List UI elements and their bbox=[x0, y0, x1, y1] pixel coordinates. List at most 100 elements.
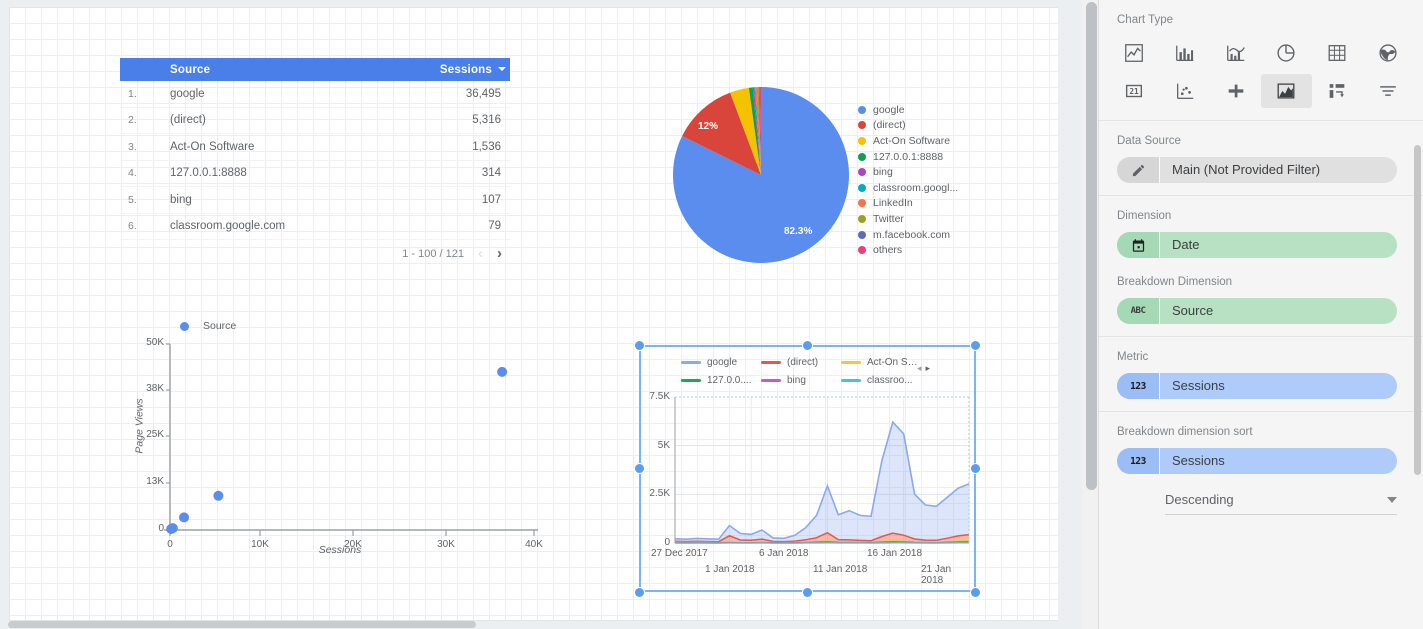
pie-legend-item[interactable]: LinkedIn bbox=[858, 196, 958, 212]
pageviews-sessions-scatter-chart[interactable]: Source Page Views Sessions 50K 38K 25K 1… bbox=[120, 308, 560, 570]
table-icon bbox=[1328, 45, 1346, 61]
chart-type-label: Chart Type bbox=[1117, 14, 1174, 26]
row-rank: 4. bbox=[128, 167, 137, 180]
chart-type-pivot-table-icon[interactable] bbox=[1312, 74, 1363, 108]
scatter-x-tick: 20K bbox=[344, 539, 362, 550]
chart-type-time-series-icon[interactable] bbox=[1109, 36, 1160, 70]
chart-type-scorecard-icon[interactable]: 21 bbox=[1109, 74, 1160, 108]
chart-type-area-chart-icon[interactable] bbox=[1261, 74, 1312, 108]
pie-legend-item[interactable]: (direct) bbox=[858, 118, 958, 134]
resize-handle-middle-right[interactable] bbox=[970, 463, 981, 474]
table-header-sessions-label: Sessions bbox=[439, 63, 492, 76]
row-source: classroom.google.com bbox=[170, 220, 286, 233]
chart-type-filter-control-icon[interactable] bbox=[1362, 74, 1413, 108]
breakdown-dimension-chip[interactable]: ABC Source bbox=[1117, 298, 1397, 324]
sort-order-select[interactable]: Descending bbox=[1165, 492, 1397, 515]
pie-label-second: 12% bbox=[698, 121, 719, 132]
scatter-y-tick: 25K bbox=[146, 429, 164, 440]
metric-value: Sessions bbox=[1159, 373, 1397, 399]
scatter-graphic bbox=[164, 343, 538, 536]
chart-type-table-icon[interactable] bbox=[1312, 36, 1363, 70]
row-rank: 6. bbox=[128, 220, 137, 233]
bar-chart-icon bbox=[1176, 45, 1194, 61]
resize-handle-bottom-center[interactable] bbox=[802, 587, 813, 598]
table-header-source[interactable]: Source bbox=[168, 64, 396, 76]
pie-legend-item[interactable]: m.facebook.com bbox=[858, 227, 958, 243]
pie-legend-item[interactable]: Twitter bbox=[858, 211, 958, 227]
breakdown-dimension-label: Breakdown Dimension bbox=[1117, 276, 1233, 288]
pie-legend-item[interactable]: classroom.googl... bbox=[858, 180, 958, 196]
123-icon: 123 bbox=[1117, 448, 1159, 474]
legend-color-dot-icon bbox=[858, 183, 866, 192]
resize-handle-top-left[interactable] bbox=[634, 340, 645, 351]
chart-type-scatter-chart-icon[interactable] bbox=[1160, 74, 1211, 108]
time-series-icon bbox=[1125, 44, 1144, 62]
legend-color-dot-icon bbox=[858, 230, 866, 239]
row-sessions: 107 bbox=[481, 193, 501, 206]
calendar-icon bbox=[1117, 232, 1159, 258]
legend-color-dot-icon bbox=[858, 136, 866, 145]
chart-type-geo-map-icon[interactable] bbox=[1362, 36, 1413, 70]
scatter-x-tick: 40K bbox=[525, 539, 543, 550]
resize-handle-top-right[interactable] bbox=[970, 340, 981, 351]
legend-label: others bbox=[873, 244, 903, 257]
table-row[interactable]: 5. bing 107 bbox=[120, 187, 510, 214]
sessions-pie-chart[interactable]: 82.3% 12% google (direct) Act-On Software 1… bbox=[640, 68, 970, 278]
scatter-x-tick: 0 bbox=[167, 539, 173, 550]
table-row[interactable]: 4. 127.0.0.1:8888 314 bbox=[120, 161, 510, 187]
pie-legend-item[interactable]: 127.0.0.1:8888 bbox=[858, 149, 958, 165]
dimension-chip[interactable]: Date bbox=[1117, 232, 1397, 258]
scorecard-icon: 21 bbox=[1126, 84, 1143, 98]
pagination-prev-icon[interactable]: ‹ bbox=[478, 246, 483, 261]
legend-label: classroom.googl... bbox=[873, 181, 959, 194]
resize-handle-bottom-left[interactable] bbox=[634, 587, 645, 598]
table-body: 1. google 36,495 2. (direct) 5,316 3. Act-On So… bbox=[120, 81, 510, 240]
table-row[interactable]: 6. classroom.google.com 79 bbox=[120, 214, 510, 240]
table-row[interactable]: 3. Act-On Software 1,536 bbox=[120, 134, 510, 161]
scatter-y-tick: 13K bbox=[146, 476, 164, 487]
chevron-down-icon bbox=[1387, 496, 1397, 503]
source-sessions-table[interactable]: Source Sessions 1. google 36,495 2. (direct)… bbox=[120, 58, 510, 263]
resize-handle-bottom-right[interactable] bbox=[970, 587, 981, 598]
legend-color-dot-icon bbox=[858, 152, 866, 161]
data-source-value: Main (Not Provided Filter) bbox=[1159, 157, 1397, 183]
metric-label: Metric bbox=[1117, 351, 1149, 363]
sessions-timeseries-area-chart[interactable]: 7.5K 5K 2.5K 0 27 Dec 2017 6 Jan 2018 16 Jan … bbox=[634, 340, 981, 598]
canvas-horizontal-scrollbar-thumb[interactable] bbox=[8, 621, 476, 628]
pie-legend-item[interactable]: bing bbox=[858, 164, 958, 180]
canvas-vertical-scrollbar-thumb[interactable] bbox=[1086, 2, 1097, 490]
combo-chart-icon bbox=[1226, 45, 1245, 61]
resize-handle-top-center[interactable] bbox=[802, 340, 813, 351]
table-row[interactable]: 1. google 36,495 bbox=[120, 81, 510, 108]
legend-label: 127.0.0.1:8888 bbox=[873, 150, 944, 163]
chart-type-bar-chart-icon[interactable] bbox=[1160, 36, 1211, 70]
bullet-chart-icon bbox=[1228, 84, 1243, 98]
pie-legend-item[interactable]: Act-On Software bbox=[858, 133, 958, 149]
table-header-row: Source Sessions bbox=[120, 58, 510, 81]
chart-type-pie-chart-icon[interactable] bbox=[1261, 36, 1312, 70]
chart-type-bullet-chart-icon[interactable] bbox=[1210, 74, 1261, 108]
data-source-section: Data Source Main (Not Provided Filter) bbox=[1099, 121, 1423, 196]
pivot-table-icon bbox=[1329, 84, 1345, 98]
breakdown-sort-chip[interactable]: 123 Sessions bbox=[1117, 448, 1397, 474]
legend-color-dot-icon bbox=[858, 214, 866, 223]
table-row[interactable]: 2. (direct) 5,316 bbox=[120, 108, 510, 134]
panel-scrollbar-thumb[interactable] bbox=[1414, 145, 1421, 475]
pie-legend-item[interactable]: google bbox=[858, 102, 958, 118]
metric-chip[interactable]: 123 Sessions bbox=[1117, 373, 1397, 399]
pagination-range: 1 - 100 / 121 bbox=[402, 247, 464, 260]
row-source: bing bbox=[170, 193, 192, 206]
report-page[interactable]: Source Sessions 1. google 36,495 2. (direct)… bbox=[10, 8, 1058, 620]
pagination-next-icon[interactable]: › bbox=[497, 246, 502, 261]
table-header-sessions[interactable]: Sessions bbox=[396, 64, 510, 76]
resize-handle-middle-left[interactable] bbox=[634, 463, 645, 474]
data-source-chip[interactable]: Main (Not Provided Filter) bbox=[1117, 157, 1397, 183]
canvas-gutter bbox=[1058, 0, 1082, 629]
row-rank: 1. bbox=[128, 87, 137, 100]
pie-legend-item[interactable]: others bbox=[858, 242, 958, 258]
row-sessions: 1,536 bbox=[472, 140, 501, 153]
chart-type-combo-chart-icon[interactable] bbox=[1210, 36, 1261, 70]
legend-label: Act-On Software bbox=[873, 134, 951, 147]
123-icon: 123 bbox=[1117, 373, 1159, 399]
row-rank: 2. bbox=[128, 114, 137, 127]
